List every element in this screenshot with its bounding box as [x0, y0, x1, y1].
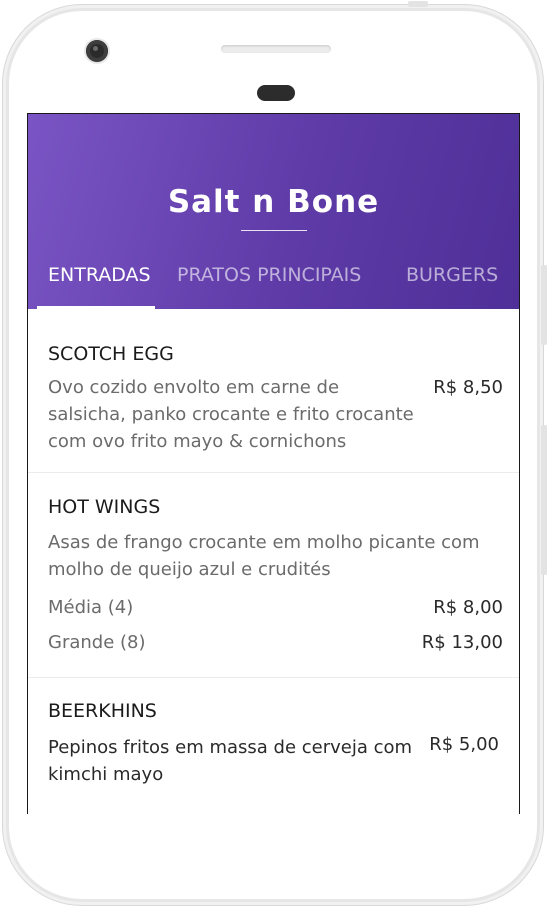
item-price: R$ 8,50 — [433, 377, 503, 398]
item-description: Pepinos fritos em massa de cerveja com k… — [48, 737, 413, 785]
speaker-grill — [221, 45, 331, 53]
power-button — [541, 265, 547, 345]
tab-entradas[interactable]: ENTRADAS — [48, 264, 151, 286]
app-header: Salt n Bone ENTRADAS PRATOS PRINCIPAIS B… — [28, 114, 519, 309]
category-tabs: ENTRADAS PRATOS PRINCIPAIS BURGERS — [28, 254, 519, 309]
top-button — [408, 1, 428, 7]
variant-label: Média (4) — [48, 597, 134, 618]
item-name: HOT WINGS — [48, 496, 161, 518]
variant-price: R$ 13,00 — [421, 632, 503, 653]
variant-label: Grande (8) — [48, 632, 146, 653]
phone-screen: Salt n Bone ENTRADAS PRATOS PRINCIPAIS B… — [27, 113, 520, 814]
variant-price: R$ 8,00 — [433, 597, 503, 618]
title-underline — [241, 230, 307, 231]
menu-item-beerkhins[interactable]: BEERKHINS Pepinos fritos em massa de cer… — [28, 678, 519, 814]
tab-pratos-principais[interactable]: PRATOS PRINCIPAIS — [177, 264, 361, 286]
item-name: SCOTCH EGG — [48, 343, 174, 365]
menu-item-hot-wings[interactable]: HOT WINGS Asas de frango crocante em mol… — [28, 473, 519, 678]
menu-item-scotch-egg[interactable]: SCOTCH EGG Ovo cozido envolto em carne d… — [28, 309, 519, 473]
tab-burgers[interactable]: BURGERS — [406, 264, 498, 286]
item-price: R$ 5,00 — [429, 734, 499, 755]
item-name: BEERKHINS — [48, 700, 157, 722]
item-description: Asas de frango crocante em molho picante… — [48, 532, 480, 580]
item-description: Ovo cozido envolto em carne de salsicha,… — [48, 377, 414, 452]
restaurant-title: Salt n Bone — [167, 184, 380, 220]
volume-button — [541, 425, 547, 575]
front-camera-icon — [86, 40, 108, 62]
earpiece-speaker — [257, 85, 295, 101]
